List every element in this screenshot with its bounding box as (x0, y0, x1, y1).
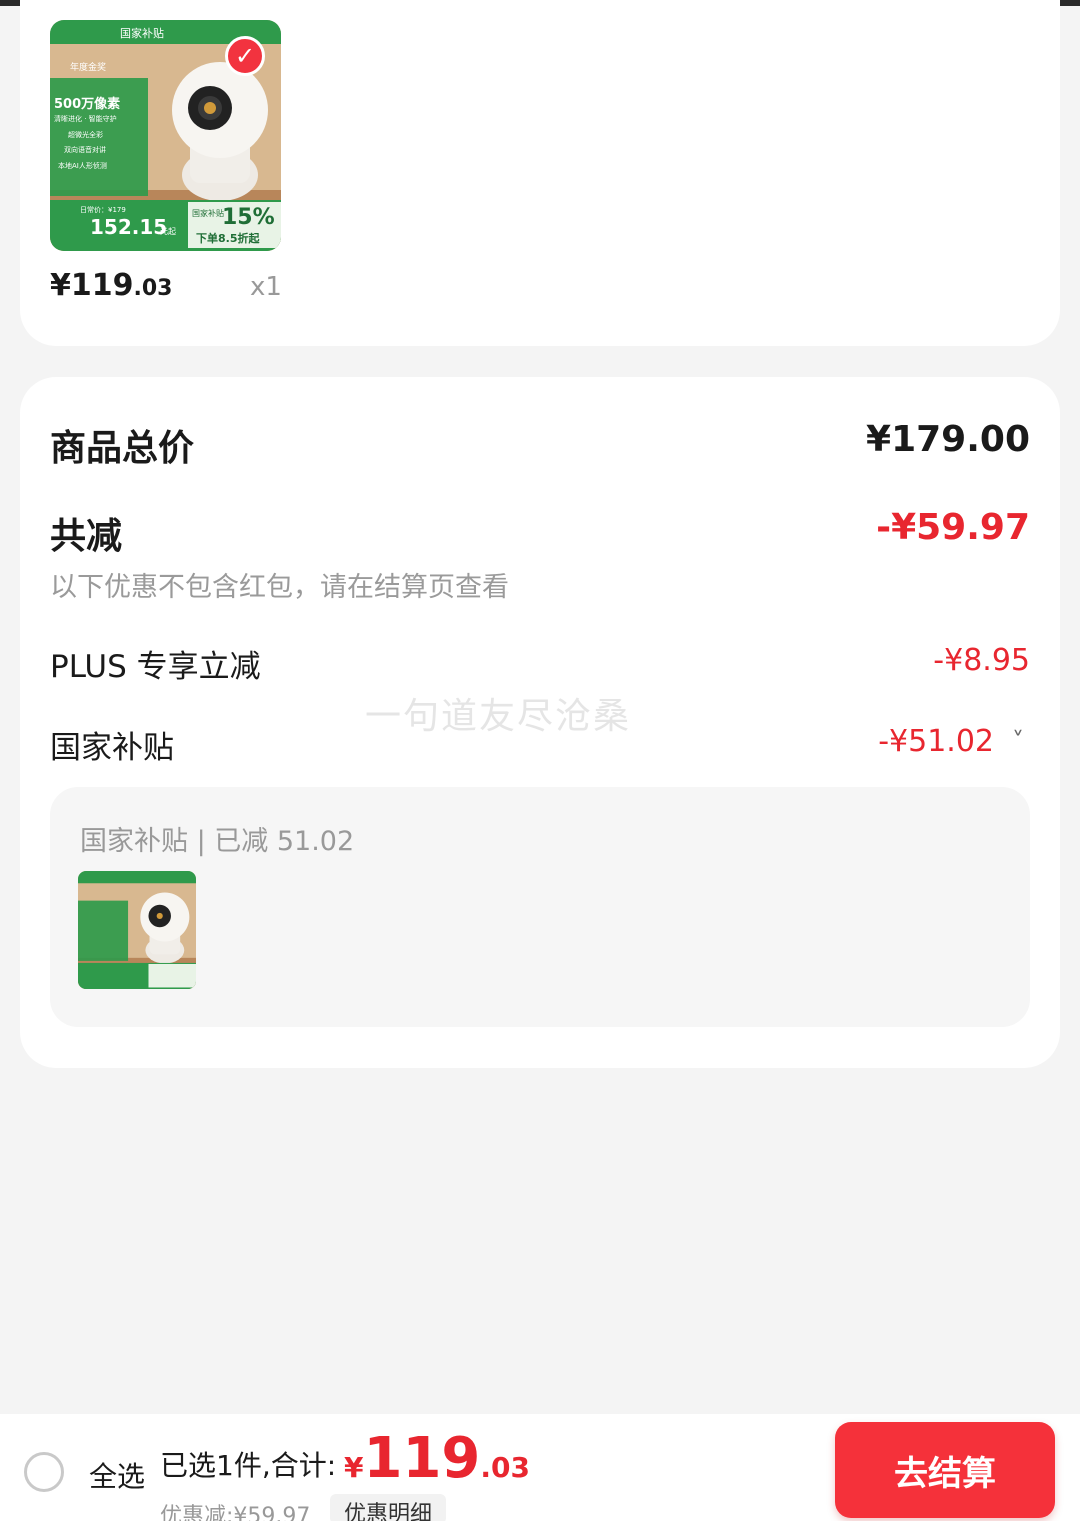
svg-text:双向语音对讲: 双向语音对讲 (64, 145, 106, 154)
discount-detail-button[interactable]: 优惠明细 (330, 1494, 447, 1521)
svg-text:超微光全彩: 超微光全彩 (68, 130, 103, 139)
total-reduction-value: -¥59.97 (876, 507, 1030, 548)
select-all-label[interactable]: 全选 (89, 1455, 145, 1495)
selected-check-icon[interactable]: ✓ (225, 36, 265, 76)
subsidy-product-thumbnail[interactable] (78, 871, 196, 989)
plus-discount-value: -¥8.95 (933, 643, 1030, 678)
subsidy-label: 国家补贴 (50, 730, 174, 766)
thumb-top-tag: 国家补贴 (120, 26, 164, 40)
svg-text:清晰进化 · 智能守护: 清晰进化 · 智能守护 (54, 114, 117, 123)
svg-text:日常价：¥179: 日常价：¥179 (80, 205, 126, 214)
subsidy-value[interactable]: -¥51.02 (878, 724, 994, 759)
subsidy-detail-title: 国家补贴 | 已减 51.02 (80, 826, 355, 857)
total-price-value: ¥179.00 (866, 419, 1030, 460)
svg-text:15%: 15% (222, 205, 275, 230)
product-price: ¥119.03 (50, 268, 173, 303)
camera-product-image-small (78, 871, 196, 989)
product-card: 国家补贴 年度金奖 500万像素 清晰进化 · 智能守护 超微光全彩 双向语音对… (20, 0, 1060, 346)
checkout-bar: 全选 已选1件,合计: ¥119.03 优惠减:¥59.97 优惠明细 去结算 (0, 1414, 1080, 1521)
chevron-down-icon[interactable]: ˅ (1012, 727, 1024, 755)
svg-text:本地AI人形侦测: 本地AI人形侦测 (58, 161, 107, 170)
discount-summary: 优惠减:¥59.97 (160, 1504, 311, 1521)
total-price-label: 商品总价 (50, 428, 195, 469)
product-quantity: x1 (250, 272, 282, 302)
select-all-checkbox[interactable] (24, 1452, 64, 1492)
svg-text:年度金奖: 年度金奖 (70, 61, 106, 73)
checkout-button[interactable]: 去结算 (835, 1422, 1055, 1518)
svg-text:国家补贴: 国家补贴 (192, 208, 224, 218)
svg-text:下单8.5折起: 下单8.5折起 (196, 231, 260, 245)
svg-text:元起: 元起 (160, 227, 176, 236)
grand-total-price: ¥119.03 (344, 1426, 530, 1491)
reduction-note: 以下优惠不包含红包，请在结算页查看 (50, 572, 509, 603)
total-reduction-label: 共减 (50, 516, 123, 557)
plus-discount-label: PLUS 专享立减 (50, 649, 261, 685)
watermark-text: 一句道友尽沧桑 (365, 696, 632, 737)
price-summary-card: 商品总价 ¥179.00 共减 -¥59.97 以下优惠不包含红包，请在结算页查… (20, 377, 1060, 1068)
subsidy-detail-box: 国家补贴 | 已减 51.02 (50, 787, 1030, 1027)
svg-text:152.15: 152.15 (90, 215, 167, 239)
selected-count-text: 已选1件,合计: (160, 1449, 337, 1482)
svg-text:500万像素: 500万像素 (54, 96, 120, 112)
